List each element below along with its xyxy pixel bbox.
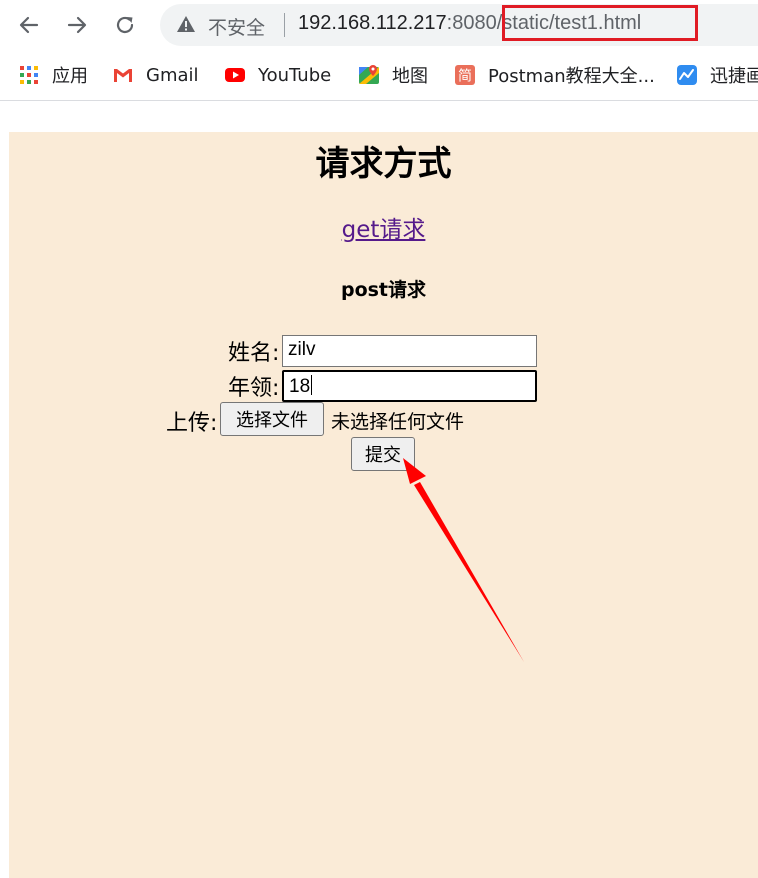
- reload-icon: [116, 16, 134, 34]
- bookmark-label: 地图: [392, 66, 428, 87]
- upload-label: 上传:: [166, 411, 218, 436]
- reload-button[interactable]: [108, 8, 142, 42]
- gmail-icon: [114, 69, 132, 82]
- choose-file-button[interactable]: 选择文件: [220, 402, 324, 436]
- apps-grid-icon: [20, 66, 38, 84]
- get-link-container: get请求: [9, 210, 758, 244]
- arrow-left-icon: [19, 16, 39, 34]
- submit-button[interactable]: 提交: [351, 437, 415, 471]
- name-label: 姓名:: [228, 341, 280, 366]
- bookmark-postman[interactable]: 简 Postman教程大全...: [454, 62, 655, 88]
- name-input[interactable]: zilv: [282, 335, 537, 367]
- bookmark-label: YouTube: [258, 64, 332, 86]
- browser-toolbar: 不安全 192.168.112.217:8080/static/test1.ht…: [0, 0, 758, 50]
- page-content: 请求方式 get请求 post请求 姓名: zilv 年领: 18 上传: 选择…: [9, 132, 758, 878]
- bookmark-label: Gmail: [146, 64, 199, 86]
- bookmark-xunjie[interactable]: 迅捷画: [676, 62, 758, 88]
- back-button[interactable]: [12, 8, 46, 42]
- youtube-icon: [225, 68, 245, 82]
- bookmark-apps[interactable]: 应用: [18, 62, 88, 88]
- page-title: 请求方式: [315, 144, 452, 184]
- omnibox-separator: [284, 13, 285, 37]
- bookmark-label: Postman教程大全...: [488, 66, 655, 87]
- jian-icon: 简: [455, 65, 475, 85]
- bookmarks-divider: [0, 100, 758, 101]
- forward-button[interactable]: [60, 8, 94, 42]
- bookmark-label: 应用: [52, 66, 88, 87]
- text-caret: [311, 375, 313, 395]
- age-label: 年领:: [228, 376, 280, 401]
- bookmark-label: 迅捷画: [710, 66, 758, 87]
- name-input-value: zilv: [288, 339, 316, 360]
- url-host: 192.168.112.217: [298, 12, 447, 34]
- warning-icon[interactable]: [176, 14, 196, 34]
- svg-text:简: 简: [458, 68, 472, 85]
- url-port: :8080: [446, 12, 497, 34]
- url-path-highlight-box: [502, 5, 698, 41]
- age-input-value: 18: [289, 376, 311, 397]
- bookmark-youtube[interactable]: YouTube: [224, 62, 331, 88]
- no-file-text: 未选择任何文件: [331, 411, 465, 433]
- arrow-right-icon: [67, 16, 87, 34]
- xunjie-icon: [677, 65, 697, 85]
- bookmark-gmail[interactable]: Gmail: [112, 62, 199, 88]
- post-heading: post请求: [340, 279, 427, 301]
- bookmarks-bar: 应用 Gmail YouTube 地图 简 Postman教程大全... 迅捷画: [0, 52, 758, 98]
- get-request-link[interactable]: get请求: [342, 217, 426, 243]
- maps-icon: [359, 65, 379, 84]
- age-input[interactable]: 18: [282, 370, 537, 402]
- bookmark-maps[interactable]: 地图: [358, 62, 428, 88]
- security-status[interactable]: 不安全: [208, 13, 265, 40]
